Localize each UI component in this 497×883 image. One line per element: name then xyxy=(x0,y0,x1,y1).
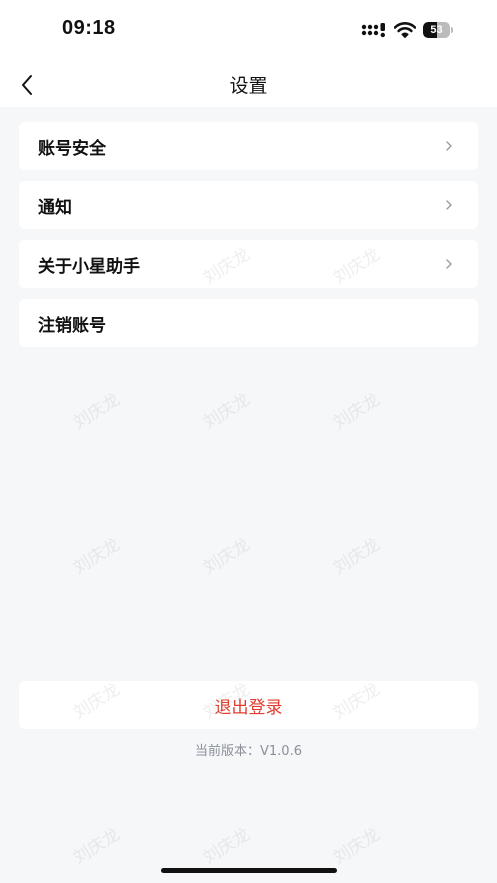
chevron-right-icon xyxy=(446,141,452,151)
watermark: 刘庆龙 xyxy=(329,534,384,579)
watermark: 刘庆龙 xyxy=(69,824,124,869)
menu-item-label: 注销账号 xyxy=(38,315,106,336)
menu-item-label: 关于小星助手 xyxy=(38,256,140,277)
page-title: 设置 xyxy=(229,75,268,97)
nav-bar: 设置 xyxy=(0,60,497,107)
settings-menu: 账号安全 通知 关于小星助手 注销账号 xyxy=(19,122,478,358)
watermark: 刘庆龙 xyxy=(69,389,124,434)
chevron-right-icon xyxy=(446,259,452,269)
menu-item-notifications[interactable]: 通知 xyxy=(19,181,478,229)
status-time: 09:18 xyxy=(62,17,116,39)
watermark: 刘庆龙 xyxy=(199,824,254,869)
watermark: 刘庆龙 xyxy=(199,534,254,579)
watermark: 刘庆龙 xyxy=(199,389,254,434)
battery-percent: 53 xyxy=(430,24,443,36)
status-icons: 53 xyxy=(361,20,453,40)
top-area: 09:18 53 设置 xyxy=(0,0,497,107)
home-indicator[interactable] xyxy=(161,868,337,873)
chevron-right-icon xyxy=(446,200,452,210)
battery-icon: 53 xyxy=(423,22,453,38)
watermark: 刘庆龙 xyxy=(329,824,384,869)
signal-icon xyxy=(361,22,387,38)
wifi-icon xyxy=(394,22,416,38)
menu-item-delete-account[interactable]: 注销账号 xyxy=(19,299,478,347)
version-text: 当前版本：V1.0.6 xyxy=(195,744,302,759)
menu-item-about[interactable]: 关于小星助手 xyxy=(19,240,478,288)
logout-button[interactable]: 退出登录 xyxy=(19,681,478,729)
menu-item-label: 通知 xyxy=(38,197,72,218)
watermark: 刘庆龙 xyxy=(329,389,384,434)
status-bar: 09:18 53 xyxy=(0,0,497,60)
watermark: 刘庆龙 xyxy=(69,534,124,579)
menu-item-account-security[interactable]: 账号安全 xyxy=(19,122,478,170)
menu-item-label: 账号安全 xyxy=(38,138,106,159)
